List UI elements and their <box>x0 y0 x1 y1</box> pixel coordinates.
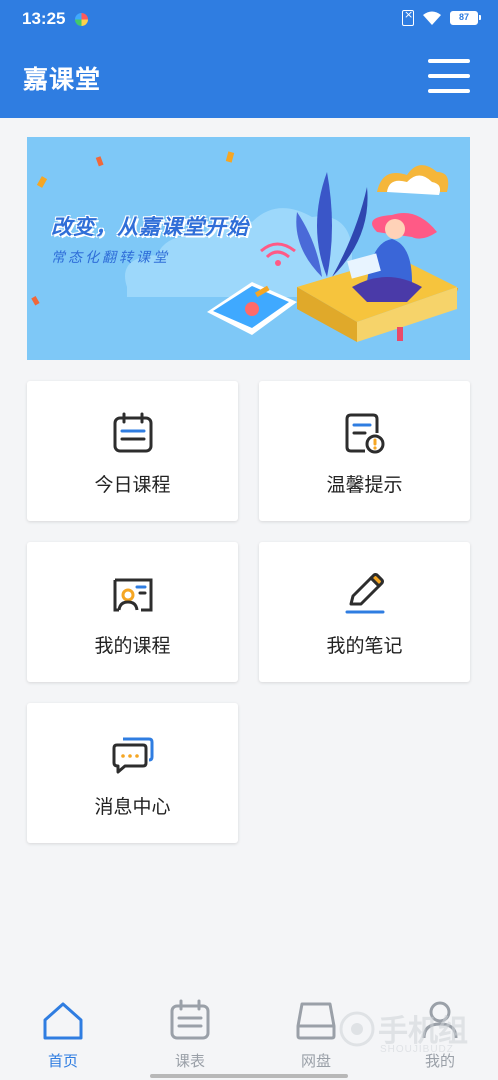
app-notification-icon <box>75 13 88 26</box>
banner-subline: 常态化翻转课堂 <box>51 250 170 266</box>
battery-icon: 87 <box>450 11 481 25</box>
status-time: 13:25 <box>22 9 66 28</box>
card-message-center[interactable]: 消息中心 <box>27 703 238 843</box>
nav-item-home[interactable]: 首页 <box>18 990 108 1080</box>
no-sim-icon <box>402 8 414 26</box>
card-my-notes[interactable]: 我的笔记 <box>259 542 470 682</box>
page-title: 嘉课堂 <box>23 65 102 94</box>
promo-banner[interactable]: 改变，从嘉课堂开始 常态化翻转课堂 <box>27 137 470 360</box>
nav-label: 首页 <box>47 1052 78 1070</box>
watermark-logo-icon <box>339 1011 375 1047</box>
menu-bar <box>428 89 470 93</box>
teacher-board-icon <box>113 578 153 612</box>
status-right: 87 <box>402 8 481 26</box>
pen-icon <box>345 573 385 614</box>
card-label: 温馨提示 <box>326 474 403 496</box>
nav-item-schedule[interactable]: 课表 <box>145 990 235 1080</box>
banner-headline: 改变，从嘉课堂开始 <box>51 215 249 239</box>
menu-bar <box>428 59 470 63</box>
chat-bubbles-icon <box>112 737 154 774</box>
watermark-subtext: SHOUJIBUDZ <box>380 1044 454 1055</box>
menu-bar <box>428 74 470 78</box>
card-label: 今日课程 <box>94 474 171 496</box>
app-header: 13:25 87 嘉课堂 <box>0 0 498 118</box>
menu-button[interactable] <box>428 59 470 95</box>
card-today-courses[interactable]: 今日课程 <box>27 381 238 521</box>
card-label: 消息中心 <box>94 796 171 818</box>
home-icon <box>43 1002 83 1040</box>
status-bar: 13:25 87 <box>0 0 498 38</box>
card-my-courses[interactable]: 我的课程 <box>27 542 238 682</box>
nav-label: 课表 <box>174 1052 205 1070</box>
watermark: 手机组 SHOUJIBUDZ <box>338 1004 488 1060</box>
calendar-icon <box>170 999 210 1040</box>
home-indicator[interactable] <box>150 1074 348 1078</box>
card-notices[interactable]: 温馨提示 <box>259 381 470 521</box>
calendar-icon <box>113 412 153 453</box>
card-label: 我的笔记 <box>326 635 403 657</box>
notice-document-icon <box>345 413 385 454</box>
wifi-icon <box>422 10 442 26</box>
cloud-drive-icon <box>296 1002 336 1040</box>
card-label: 我的课程 <box>94 635 171 657</box>
